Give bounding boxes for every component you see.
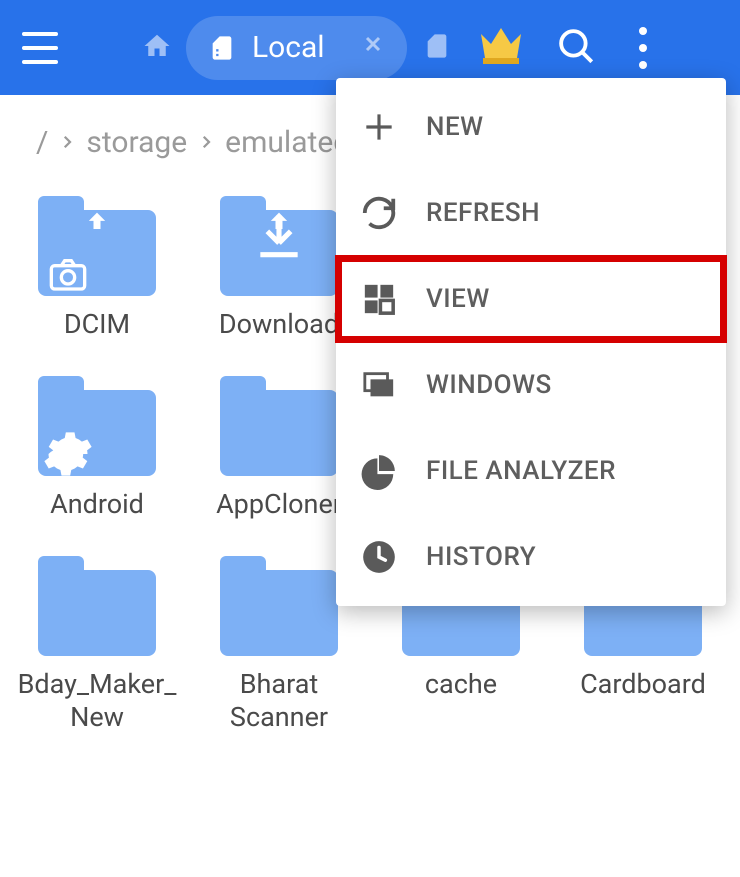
clock-icon [358, 536, 400, 578]
plus-icon [358, 106, 400, 148]
pie-icon [358, 450, 400, 492]
folder-label: DCIM [64, 308, 130, 342]
folder-label: Android [50, 488, 144, 522]
menu-item-view[interactable]: VIEW [336, 256, 726, 342]
folder-label: cache [425, 668, 497, 702]
folder-icon [38, 556, 156, 656]
overflow-menu: NEW REFRESH VIEW WINDOWS FILE ANALYZER HISTOR… [336, 78, 726, 606]
folder-icon [38, 376, 156, 476]
menu-item-label: NEW [426, 112, 484, 142]
folder-label: Bharat Scanner [194, 668, 364, 736]
breadcrumb-root[interactable]: / [36, 125, 48, 160]
sd-card-icon[interactable] [423, 32, 451, 64]
folder-label: Download [219, 308, 339, 342]
menu-icon[interactable] [16, 24, 64, 72]
breadcrumb-part[interactable]: emulated [225, 125, 350, 160]
folder-label: Bday_Maker_New [12, 668, 182, 736]
home-icon[interactable] [142, 31, 172, 65]
folder-label: Cardboard [580, 668, 706, 702]
menu-item-label: HISTORY [426, 542, 536, 572]
crown-icon[interactable] [477, 26, 525, 70]
folder-label: AppCloner [216, 488, 342, 522]
grid-icon [358, 278, 400, 320]
folder-icon [38, 196, 156, 296]
folder-icon [220, 196, 338, 296]
refresh-icon [358, 192, 400, 234]
close-icon[interactable] [361, 32, 385, 63]
folder-item[interactable]: Android [8, 370, 186, 528]
overflow-menu-icon[interactable] [633, 27, 653, 69]
menu-item-label: VIEW [426, 284, 490, 314]
folder-item[interactable]: DCIM [8, 190, 186, 348]
menu-item-label: FILE ANALYZER [426, 456, 616, 486]
chevron-right-icon [58, 128, 76, 158]
breadcrumb-part[interactable]: storage [86, 125, 187, 160]
menu-item-new[interactable]: NEW [336, 84, 726, 170]
folder-item[interactable]: Bday_Maker_New [8, 550, 186, 742]
menu-item-windows[interactable]: WINDOWS [336, 342, 726, 428]
menu-item-label: WINDOWS [426, 370, 552, 400]
menu-item-history[interactable]: HISTORY [336, 514, 726, 600]
tab-local[interactable]: Local [186, 16, 407, 80]
menu-item-file-analyzer[interactable]: FILE ANALYZER [336, 428, 726, 514]
menu-item-refresh[interactable]: REFRESH [336, 170, 726, 256]
tab-label: Local [252, 30, 325, 65]
windows-icon [358, 364, 400, 406]
chevron-right-icon [197, 128, 215, 158]
search-icon[interactable] [555, 25, 597, 71]
menu-item-label: REFRESH [426, 198, 540, 228]
folder-icon [220, 556, 338, 656]
folder-icon [220, 376, 338, 476]
